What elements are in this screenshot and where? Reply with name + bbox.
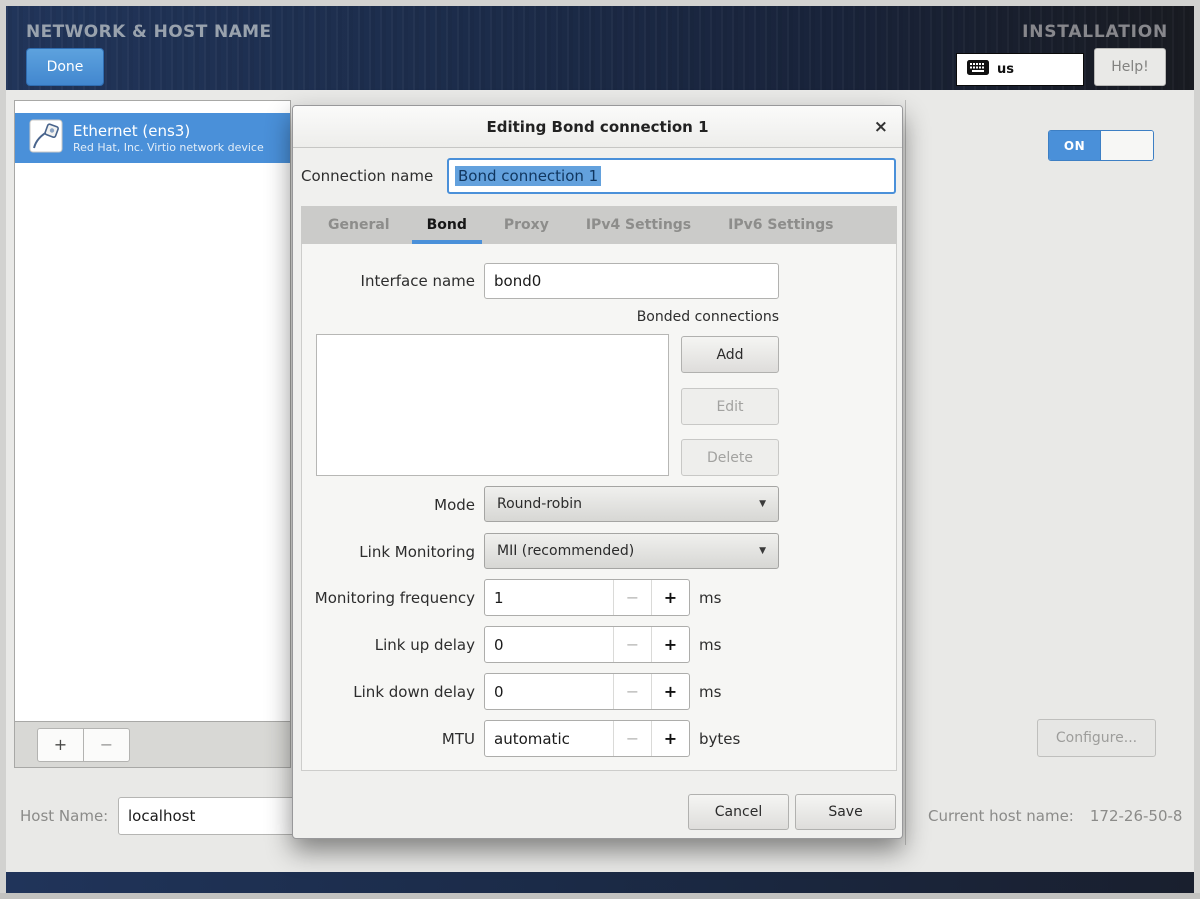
link-down-delay-spinner: 0 − + (484, 673, 690, 710)
link-up-delay-value[interactable]: 0 (485, 627, 614, 662)
mtu-unit: bytes (699, 730, 740, 748)
edit-bond-dialog: Editing Bond connection 1 × Connection n… (292, 105, 903, 839)
monitoring-frequency-label: Monitoring frequency (293, 589, 475, 607)
page-title: NETWORK & HOST NAME (26, 22, 272, 42)
mtu-spinner: automatic − + (484, 720, 690, 757)
installation-label: INSTALLATION (1022, 22, 1168, 42)
minus-icon[interactable]: − (614, 674, 652, 709)
cancel-button[interactable]: Cancel (688, 794, 789, 830)
link-down-delay-unit: ms (699, 683, 721, 701)
connection-name-input[interactable]: Bond connection 1 (447, 158, 896, 194)
help-button[interactable]: Help! (1094, 48, 1166, 86)
remove-device-button[interactable]: − (83, 728, 130, 762)
plus-icon[interactable]: + (652, 580, 689, 615)
bottom-frame (0, 893, 1200, 899)
dialog-tab-bar: General Bond Proxy IPv4 Settings IPv6 Se… (301, 206, 897, 244)
header-bar: NETWORK & HOST NAME Done INSTALLATION us… (6, 6, 1194, 90)
pane-divider (905, 100, 906, 845)
bottom-banner (6, 872, 1194, 893)
device-list-toolbar: + − (14, 722, 291, 768)
monitoring-frequency-unit: ms (699, 589, 721, 607)
chevron-down-icon: ▼ (759, 499, 766, 509)
close-icon[interactable]: × (874, 106, 888, 148)
plus-icon[interactable]: + (652, 627, 689, 662)
tab-bond[interactable]: Bond (412, 206, 482, 244)
link-up-delay-label: Link up delay (293, 636, 475, 654)
monitoring-frequency-value[interactable]: 1 (485, 580, 614, 615)
add-device-button[interactable]: + (37, 728, 84, 762)
bonded-delete-button[interactable]: Delete (681, 439, 779, 476)
plus-icon[interactable]: + (652, 721, 689, 756)
current-host-name: Current host name: 172-26-50-8 (928, 807, 1182, 825)
keyboard-icon (967, 60, 989, 79)
bonded-edit-button[interactable]: Edit (681, 388, 779, 425)
link-down-delay-label: Link down delay (293, 683, 475, 701)
mtu-label: MTU (293, 730, 475, 748)
tab-proxy[interactable]: Proxy (489, 206, 564, 244)
anaconda-network-screen: NETWORK & HOST NAME Done INSTALLATION us… (0, 0, 1200, 899)
mode-dropdown[interactable]: Round-robin ▼ (484, 486, 779, 522)
toggle-knob[interactable] (1100, 131, 1153, 160)
minus-icon[interactable]: − (614, 627, 652, 662)
bonded-add-button[interactable]: Add (681, 336, 779, 373)
tab-ipv4-settings[interactable]: IPv4 Settings (571, 206, 706, 244)
bonded-connections-list[interactable] (316, 334, 669, 476)
bonded-connections-label: Bonded connections (599, 309, 779, 325)
keyboard-layout-code: us (997, 62, 1014, 77)
mode-label: Mode (293, 496, 475, 514)
host-name-label: Host Name: (20, 807, 108, 825)
current-host-name-label: Current host name: (928, 807, 1074, 825)
link-monitoring-dropdown[interactable]: MII (recommended) ▼ (484, 533, 779, 569)
dialog-title: Editing Bond connection 1 (486, 118, 708, 136)
tab-ipv6-settings[interactable]: IPv6 Settings (713, 206, 848, 244)
interface-name-label: Interface name (293, 272, 475, 290)
connection-name-selected-text: Bond connection 1 (455, 166, 601, 186)
link-monitoring-label: Link Monitoring (293, 543, 475, 561)
device-on-off-toggle[interactable]: ON (1048, 130, 1154, 161)
interface-name-input[interactable]: bond0 (484, 263, 779, 299)
done-button[interactable]: Done (26, 48, 104, 86)
dialog-titlebar: Editing Bond connection 1 × (293, 106, 902, 148)
toggle-on-label: ON (1049, 131, 1100, 160)
save-button[interactable]: Save (795, 794, 896, 830)
device-title: Ethernet (ens3) (73, 122, 264, 141)
device-subtitle: Red Hat, Inc. Virtio network device (73, 141, 264, 155)
device-list: Ethernet (ens3) Red Hat, Inc. Virtio net… (14, 100, 291, 722)
link-up-delay-spinner: 0 − + (484, 626, 690, 663)
monitoring-frequency-spinner: 1 − + (484, 579, 690, 616)
chevron-down-icon: ▼ (759, 546, 766, 556)
configure-button[interactable]: Configure... (1037, 719, 1156, 757)
mtu-value[interactable]: automatic (485, 721, 614, 756)
host-name-input[interactable]: localhost (118, 797, 298, 835)
connection-name-label: Connection name (301, 167, 433, 185)
minus-icon[interactable]: − (614, 721, 652, 756)
device-texts: Ethernet (ens3) Red Hat, Inc. Virtio net… (73, 122, 264, 155)
plus-icon[interactable]: + (652, 674, 689, 709)
ethernet-cable-icon (29, 119, 63, 157)
mode-dropdown-value: Round-robin (497, 496, 582, 512)
link-up-delay-unit: ms (699, 636, 721, 654)
minus-icon[interactable]: − (614, 580, 652, 615)
tab-general[interactable]: General (313, 206, 405, 244)
keyboard-layout-indicator[interactable]: us (956, 53, 1084, 86)
link-down-delay-value[interactable]: 0 (485, 674, 614, 709)
current-host-name-value: 172-26-50-8 (1090, 807, 1183, 825)
device-list-item-ethernet[interactable]: Ethernet (ens3) Red Hat, Inc. Virtio net… (15, 113, 290, 163)
link-monitoring-dropdown-value: MII (recommended) (497, 543, 634, 559)
